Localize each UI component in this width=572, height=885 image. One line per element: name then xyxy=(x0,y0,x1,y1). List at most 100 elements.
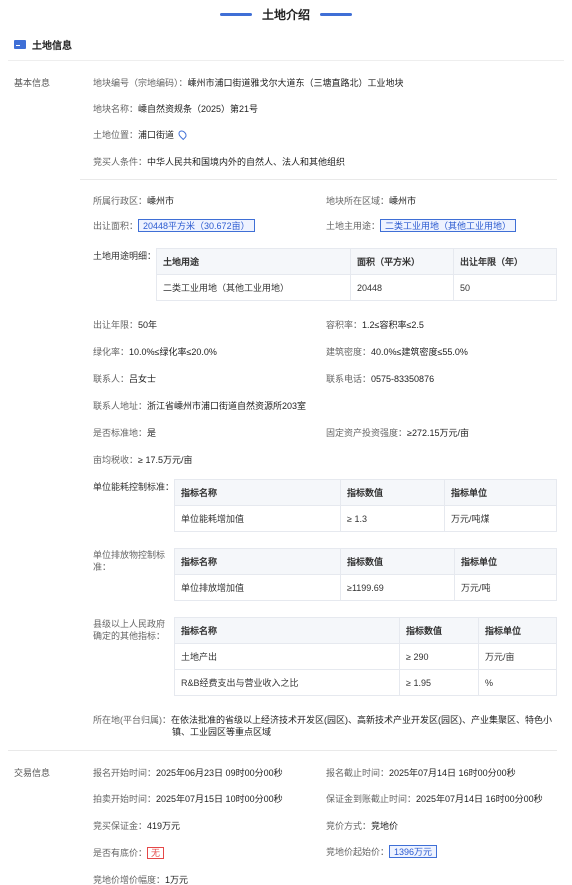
table-cell: 土地产出 xyxy=(174,643,400,670)
term-value: 50年 xyxy=(138,320,158,330)
standard-row: 是否标准地：是 xyxy=(93,426,156,439)
density-row: 建筑密度：40.0%≤建筑密度≤55.0% xyxy=(326,345,468,358)
table-header-cell: 指标数值 xyxy=(340,548,455,575)
table-header-cell: 指标单位 xyxy=(454,548,557,575)
main-use-label: 土地主用途： xyxy=(326,221,381,231)
method-label: 竞价方式： xyxy=(326,821,372,831)
emission-label-line: 单位排放物控制标 xyxy=(93,550,166,560)
table-header-row: 指标名称 指标数值 指标单位 xyxy=(174,479,557,506)
area-region-label: 地块所在区域： xyxy=(326,196,390,206)
location-value: 浦口街道 xyxy=(138,130,175,140)
table-header-cell: 出让年限（年） xyxy=(453,248,557,275)
table-header-cell: 指标数值 xyxy=(340,479,445,506)
table-header-row: 指标名称 指标数值 指标单位 xyxy=(174,617,557,644)
table-row: 单位排放增加值 ≥1199.69 万元/吨 xyxy=(174,574,557,601)
tax-row: 亩均税收：≥ 17.5万元/亩 xyxy=(93,453,192,466)
table-header-cell: 指标单位 xyxy=(444,479,557,506)
location-label: 土地位置： xyxy=(93,130,139,140)
deposit-deadline-value: 2025年07月14日 16时00分00秒 xyxy=(416,794,543,804)
far-value: 1.2≤容积率≤2.5 xyxy=(362,320,424,330)
signup-start-label: 报名开始时间： xyxy=(93,768,157,778)
tax-label: 亩均税收： xyxy=(93,455,139,465)
table-row: R&B经费支出与营业收入之比 ≥ 1.95 % xyxy=(174,669,557,696)
main-use-tag: 二类工业用地（其他工业用地） xyxy=(380,219,517,232)
green-value: 10.0%≤绿化率≤20.0% xyxy=(129,347,217,357)
table-row: 单位能耗增加值 ≥ 1.3 万元/吨煤 xyxy=(174,505,557,532)
emission-label-line: 准： xyxy=(93,562,112,572)
page-title: 土地介绍 xyxy=(261,7,310,22)
auction-start-value: 2025年07月15日 10时00分00秒 xyxy=(156,794,283,804)
phone-row: 联系电话：0575-83350876 xyxy=(326,372,434,385)
contact-row: 联系人：吕女士 xyxy=(93,372,156,385)
increment-value: 1万元 xyxy=(165,875,189,885)
location-pin-icon[interactable] xyxy=(176,128,189,141)
term-row: 出让年限：50年 xyxy=(93,318,157,331)
table-cell: R&B经费支出与营业收入之比 xyxy=(174,669,400,696)
other-label-line: 确定的其他指标： xyxy=(93,631,166,641)
standard-label: 是否标准地： xyxy=(93,428,148,438)
platform-value: 在依法批准的省级以上经济技术开发区(园区)、高新技术产业开发区(园区)、产业集聚… xyxy=(171,715,552,725)
reserve-badge: 无 xyxy=(147,847,165,859)
section-header: 土地信息 xyxy=(14,37,72,52)
parcel-no-row: 地块编号（宗地编码）：嵊州市浦口街道雅戈尔大道东（三塘直路北）工业地块 xyxy=(93,76,404,89)
address-value: 浙江省嵊州市浦口街道自然资源所203室 xyxy=(147,401,307,411)
reserve-label: 是否有底价： xyxy=(93,848,148,858)
platform-row: 所在地(平台归属)：在依法批准的省级以上经济技术开发区(园区)、高新技术产业开发… xyxy=(93,714,558,738)
parcel-name-value: 嵊自然资规条（2025）第21号 xyxy=(138,104,259,114)
main-use-row: 土地主用途： 二类工业用地（其他工业用地） xyxy=(326,219,517,232)
contact-value: 吕女士 xyxy=(129,374,157,384)
table-cell: 万元/吨 xyxy=(454,574,557,601)
table-header-cell: 指标数值 xyxy=(399,617,479,644)
title-decoration-left xyxy=(219,12,252,16)
start-price-label: 竞地价起始价： xyxy=(326,847,390,857)
table-header-row: 土地用途 面积（平方米） 出让年限（年） xyxy=(156,248,557,275)
table-cell: 单位能耗增加值 xyxy=(174,505,341,532)
land-use-table: 土地用途 面积（平方米） 出让年限（年） 二类工业用地（其他工业用地） 2044… xyxy=(156,248,557,301)
table-header-cell: 面积（平方米） xyxy=(350,248,454,275)
deposit-value: 419万元 xyxy=(147,821,181,831)
deposit-label: 竞买保证金： xyxy=(93,821,148,831)
density-label: 建筑密度： xyxy=(326,347,372,357)
invest-label: 固定资产投资强度： xyxy=(326,428,408,438)
other-label: 县级以上人民政府 确定的其他指标： xyxy=(93,618,165,642)
sale-area-row: 出让面积： 20448平方米（30.672亩） xyxy=(93,219,255,232)
start-price-tag: 1396万元 xyxy=(389,845,438,858)
standard-value: 是 xyxy=(147,428,157,438)
deposit-row: 竞买保证金：419万元 xyxy=(93,819,180,832)
title-decoration-right xyxy=(320,12,352,16)
platform-value-line: 镇、工业园区等重点区域 xyxy=(172,727,272,737)
far-row: 容积率：1.2≤容积率≤2.5 xyxy=(326,318,424,331)
table-header-cell: 指标单位 xyxy=(478,617,557,644)
parcel-name-label: 地块名称： xyxy=(93,104,139,114)
signup-end-row: 报名截止时间：2025年07月14日 16时00分00秒 xyxy=(326,766,516,779)
group-label-basic: 基本信息 xyxy=(14,78,51,88)
location-row: 土地位置：浦口街道 xyxy=(93,128,189,141)
bidder-value: 中华人民共和国境内外的自然人、法人和其他组织 xyxy=(147,157,346,167)
contact-label: 联系人： xyxy=(93,374,130,384)
green-label: 绿化率： xyxy=(93,347,130,357)
far-label: 容积率： xyxy=(326,320,363,330)
table-header-cell: 土地用途 xyxy=(156,248,351,275)
section-title: 土地信息 xyxy=(32,41,72,52)
signup-end-value: 2025年07月14日 16时00分00秒 xyxy=(389,768,516,778)
bidder-label: 竞买人条件： xyxy=(93,157,148,167)
method-row: 竞价方式：竞地价 xyxy=(326,819,398,832)
page-header: 土地介绍 xyxy=(0,4,572,24)
table-cell: ≥ 290 xyxy=(399,643,479,670)
divider xyxy=(8,750,557,751)
table-cell: 50 xyxy=(453,274,557,301)
sale-area-tag: 20448平方米（30.672亩） xyxy=(138,219,255,232)
other-label-line: 县级以上人民政府 xyxy=(93,619,166,629)
district-value: 嵊州市 xyxy=(147,196,175,206)
table-row: 二类工业用地（其他工业用地） 20448 50 xyxy=(156,274,557,301)
table-cell: ≥ 1.3 xyxy=(340,505,445,532)
reserve-row: 是否有底价：无 xyxy=(93,846,165,859)
area-region-value: 嵊州市 xyxy=(389,196,417,206)
other-indicators-table: 指标名称 指标数值 指标单位 土地产出 ≥ 290 万元/亩 R&B经费支出与营… xyxy=(174,617,557,696)
auction-start-row: 拍卖开始时间：2025年07月15日 10时00分00秒 xyxy=(93,792,283,805)
divider xyxy=(8,60,564,61)
table-cell: 20448 xyxy=(350,274,454,301)
address-label: 联系人地址： xyxy=(93,401,148,411)
table-cell: ≥ 1.95 xyxy=(399,669,479,696)
table-cell: 二类工业用地（其他工业用地） xyxy=(156,274,351,301)
